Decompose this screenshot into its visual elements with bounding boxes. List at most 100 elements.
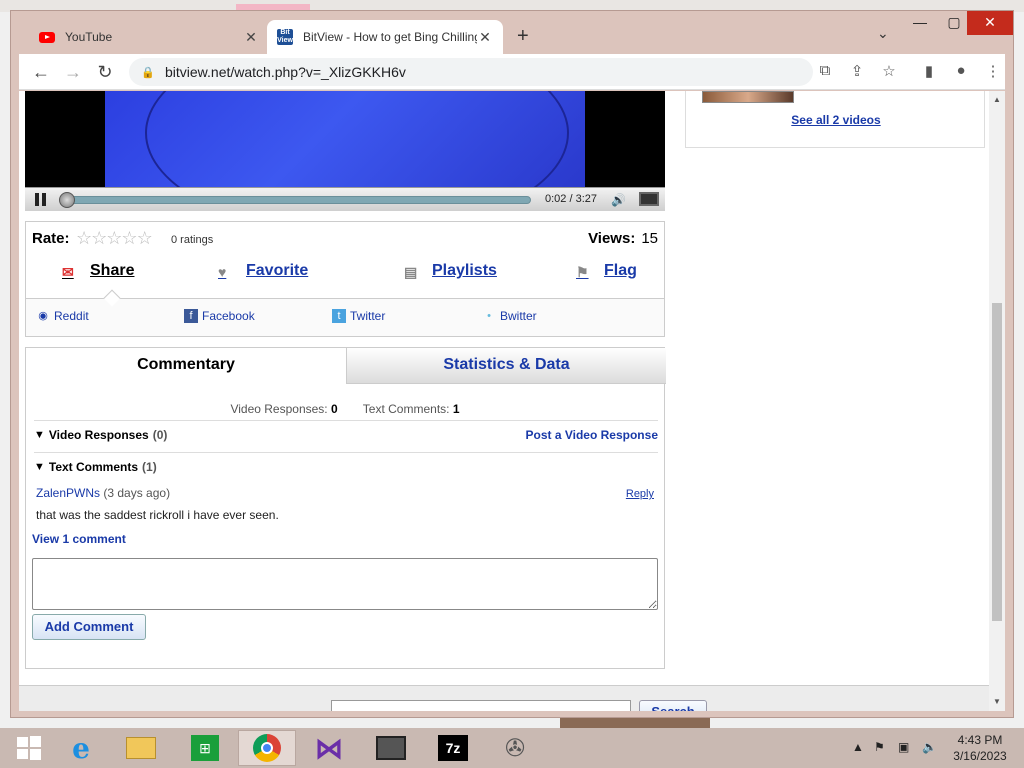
tab-search-chevron-icon[interactable]: ⌄ xyxy=(877,25,889,42)
page-footer: Search xyxy=(19,685,989,711)
clock-time: 4:43 PM xyxy=(957,733,1003,747)
maximize-button[interactable]: ▢ xyxy=(937,11,971,35)
scroll-up-icon[interactable]: ▲ xyxy=(992,95,1002,104)
star-icon[interactable]: ☆ xyxy=(91,228,107,248)
network-icon[interactable]: ▣ xyxy=(898,740,909,754)
comment-username[interactable]: ZalenPWNs xyxy=(36,486,100,500)
rate-label: Rate: xyxy=(32,230,70,247)
lock-icon: 🔒 xyxy=(141,66,155,79)
action-center-flag-icon[interactable]: ⚑ xyxy=(874,740,885,754)
views-value: 15 xyxy=(641,230,658,247)
system-clock[interactable]: 4:43 PM 3/16/2023 xyxy=(940,732,1020,764)
favorite-button[interactable]: ♥ Favorite xyxy=(218,262,308,280)
start-windows-icon[interactable] xyxy=(0,730,58,766)
volume-tray-icon[interactable]: 🔈 xyxy=(922,740,937,754)
minimize-button[interactable]: — xyxy=(903,11,937,35)
scroll-down-icon[interactable]: ▼ xyxy=(992,697,1002,706)
section-count: (0) xyxy=(152,427,168,442)
star-icon[interactable]: ☆ xyxy=(106,228,122,248)
share-label: Share xyxy=(90,262,135,279)
share-reddit-link[interactable]: ◉ Reddit xyxy=(36,309,89,323)
page-scrollbar[interactable]: ▲ ▼ xyxy=(989,91,1005,711)
forward-arrow-icon[interactable]: → xyxy=(61,60,85,84)
address-bar[interactable]: 🔒 bitview.net/watch.php?v=_XlizGKKH6v xyxy=(129,58,813,86)
tab-youtube[interactable]: YouTube ✕ xyxy=(29,20,269,54)
tab-title: BitView - How to get Bing Chilling xyxy=(303,30,477,44)
share-facebook-link[interactable]: f Facebook xyxy=(184,309,255,323)
pause-icon[interactable] xyxy=(35,193,47,206)
view-comment-link[interactable]: View 1 comment xyxy=(32,532,126,546)
star-icon[interactable]: ☆ xyxy=(76,228,92,248)
visual-studio-icon[interactable]: ⋈ xyxy=(300,730,358,766)
tab-close-icon[interactable]: ✕ xyxy=(243,29,259,46)
comment-text: that was the saddest rickroll i have eve… xyxy=(36,508,279,522)
playlist-icon: ▤ xyxy=(404,264,418,280)
clock-date: 3/16/2023 xyxy=(953,749,1007,763)
bookmark-star-icon[interactable]: ☆ xyxy=(879,62,899,82)
heart-icon: ♥ xyxy=(218,264,227,280)
section-title: Video Responses xyxy=(48,427,149,442)
share-button[interactable]: ✉ Share xyxy=(62,262,134,280)
reply-link[interactable]: Reply xyxy=(626,488,654,500)
close-window-button[interactable]: ✕ xyxy=(967,11,1013,35)
share-page-icon[interactable]: ⇪ xyxy=(847,62,867,82)
comment-age: (3 days ago) xyxy=(103,486,171,500)
taskbar: e ⊞ ⋈ 7z ✇ ▲ ⚑ ▣ 🔈 4:43 PM 3/16/2023 xyxy=(0,728,1024,768)
tab-commentary[interactable]: Commentary xyxy=(26,348,346,384)
new-tab-button[interactable]: + xyxy=(517,25,529,48)
commentary-box: Commentary Statistics & Data Video Respo… xyxy=(25,347,666,669)
add-comment-button[interactable]: Add Comment xyxy=(32,614,146,640)
internet-explorer-icon[interactable]: e xyxy=(52,730,110,766)
chrome-icon[interactable] xyxy=(238,730,296,766)
footer-search-button[interactable]: Search xyxy=(639,700,707,711)
youtube-favicon-icon xyxy=(39,29,55,45)
comment-textarea[interactable] xyxy=(32,558,658,610)
video-responses-section[interactable]: ▼ Video Responses (0) Post a Video Respo… xyxy=(34,420,658,448)
reload-icon[interactable]: ↻ xyxy=(93,60,117,84)
post-video-response-link[interactable]: Post a Video Response xyxy=(526,428,659,442)
seven-zip-icon[interactable]: 7z xyxy=(424,730,482,766)
tab-statistics[interactable]: Statistics & Data xyxy=(346,348,666,384)
store-icon[interactable]: ⊞ xyxy=(176,730,234,766)
computer-monitor-icon[interactable] xyxy=(362,730,420,766)
scrollbar-thumb[interactable] xyxy=(992,303,1002,621)
twitter-label: Twitter xyxy=(350,309,386,323)
text-comments-section[interactable]: ▼ Text Comments (1) xyxy=(34,452,658,480)
playlists-button[interactable]: ▤ Playlists xyxy=(404,262,497,280)
favorite-label: Favorite xyxy=(246,262,309,279)
share-bwitter-link[interactable]: • Bwitter xyxy=(482,309,537,323)
back-arrow-icon[interactable]: ← xyxy=(29,60,53,84)
seek-knob[interactable] xyxy=(59,192,75,208)
tab-close-icon[interactable]: ✕ xyxy=(477,29,493,46)
menu-kebab-icon[interactable]: ⋮ xyxy=(983,62,1003,82)
flag-button[interactable]: ⚑ Flag xyxy=(576,262,637,280)
response-counts: Video Responses: 0 Text Comments: 1 xyxy=(26,402,664,416)
volume-icon[interactable]: 🔊 xyxy=(611,193,626,207)
fullscreen-icon[interactable] xyxy=(639,192,659,206)
side-panel-icon[interactable]: ▮ xyxy=(919,62,939,82)
tray-overflow-icon[interactable]: ▲ xyxy=(852,740,864,754)
expand-triangle-icon: ▼ xyxy=(34,428,45,441)
bitview-favicon-icon: Bit View xyxy=(277,29,293,45)
section-title: Text Comments xyxy=(48,459,139,474)
rating-stars[interactable]: ☆☆☆☆☆ xyxy=(76,228,153,249)
video-player[interactable] xyxy=(25,91,665,187)
star-icon[interactable]: ☆ xyxy=(137,228,153,248)
tab-bitview[interactable]: Bit View BitView - How to get Bing Chilli… xyxy=(267,20,503,54)
seek-bar[interactable] xyxy=(65,196,531,204)
footer-search-input[interactable] xyxy=(331,700,631,711)
star-icon[interactable]: ☆ xyxy=(121,228,137,248)
video-thumbnail[interactable] xyxy=(702,91,794,103)
share-twitter-link[interactable]: t Twitter xyxy=(332,309,385,323)
expand-triangle-icon: ▼ xyxy=(34,460,45,473)
facebook-label: Facebook xyxy=(202,309,255,323)
video-responses-count: 0 xyxy=(330,402,338,416)
file-explorer-icon[interactable] xyxy=(112,730,170,766)
reddit-icon: ◉ xyxy=(38,310,48,322)
media-player-icon[interactable]: ✇ xyxy=(486,730,544,766)
see-all-videos-link[interactable]: See all 2 videos xyxy=(686,113,986,127)
profile-avatar-icon[interactable]: ● xyxy=(951,62,971,82)
video-responses-count-label: Video Responses: xyxy=(230,402,328,416)
blocked-popup-icon[interactable]: ⧉ xyxy=(815,62,835,82)
text-comments-count: 1 xyxy=(452,402,460,416)
